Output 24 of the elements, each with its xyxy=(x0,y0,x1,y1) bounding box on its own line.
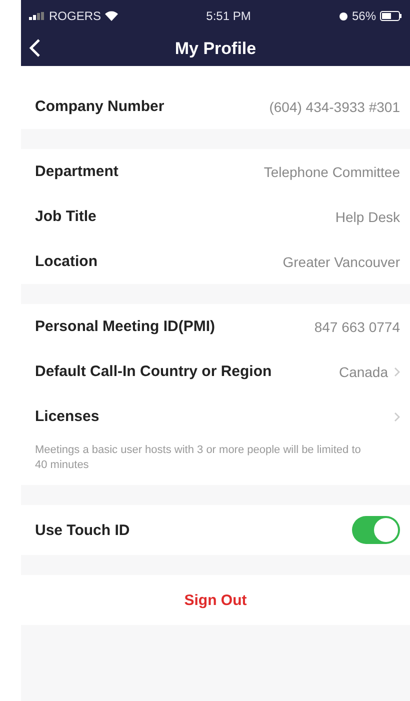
row-label: Job Title xyxy=(35,208,96,225)
row-label: Location xyxy=(35,253,98,270)
row-label: Use Touch ID xyxy=(35,522,130,538)
row-label: Department xyxy=(35,163,118,180)
license-note: Meetings a basic user hosts with 3 or more people will be limited to 40 minutes xyxy=(34,443,362,473)
row-value: (604) 434-3933 #301 xyxy=(269,98,400,114)
battery-percent: 56% xyxy=(352,9,376,23)
row-value: 847 663 0774 xyxy=(314,318,400,334)
carrier-name: ROGERS xyxy=(49,9,102,23)
row-value: Telephone Committee xyxy=(264,164,400,180)
clock-time: 5:51 PM xyxy=(206,9,251,23)
signal-icon xyxy=(29,12,45,20)
battery-icon xyxy=(380,11,402,21)
row-label: Personal Meeting ID(PMI) xyxy=(35,318,216,335)
row-label: Default Call-In Country or Region xyxy=(35,363,272,380)
row-value: Help Desk xyxy=(335,208,400,224)
row-label: Company Number xyxy=(35,98,164,115)
row-value: Canada xyxy=(338,364,388,380)
row-value: Greater Vancouver xyxy=(282,254,400,270)
row-label: Licenses xyxy=(35,408,100,425)
touch-id-toggle[interactable] xyxy=(352,516,400,544)
sign-out-button[interactable]: Sign Out xyxy=(21,575,410,625)
wifi-icon xyxy=(105,11,118,21)
screen-title: My Profile xyxy=(174,39,256,59)
